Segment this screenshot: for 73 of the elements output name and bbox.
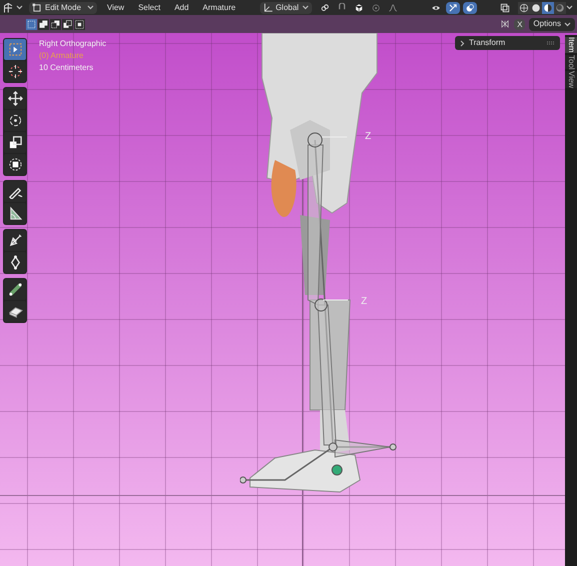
- rendered-sphere-icon: [554, 2, 565, 12]
- toggle-button[interactable]: [462, 2, 477, 14]
- target-icon: [370, 2, 381, 12]
- character-drawing: Z Z: [240, 33, 400, 533]
- tool-button[interactable]: [4, 154, 26, 175]
- axis-icon: [262, 2, 273, 12]
- menu-item[interactable]: Select: [134, 2, 164, 14]
- wireframe-sphere-icon: [518, 2, 529, 12]
- mode-dropdown[interactable]: Edit Mode: [29, 2, 97, 14]
- gizmo-arrows-icon: [448, 2, 458, 12]
- overlapping-squares-icon: [39, 20, 48, 28]
- caret-icon: [302, 5, 309, 10]
- menu-item[interactable]: View: [103, 2, 128, 14]
- caret-icon: [87, 5, 94, 10]
- chevron-right-icon: [460, 40, 465, 46]
- tool-button[interactable]: [4, 252, 26, 273]
- viewport-info-text: Right Orthographic: [39, 38, 106, 49]
- rotate-circle-icon: [8, 113, 22, 128]
- tool-button[interactable]: [4, 88, 26, 109]
- select-box-icon: [8, 42, 22, 57]
- edit-mode-icon: [32, 2, 42, 12]
- material-sphere-icon: [542, 2, 553, 12]
- select-mode-button[interactable]: [50, 18, 61, 30]
- drag-handle-icon: [546, 41, 555, 45]
- magnet-icon: [336, 2, 347, 12]
- grid-axis-icon: [3, 2, 15, 14]
- solid-sphere-icon: [530, 2, 541, 12]
- move-arrows-icon: [8, 91, 22, 106]
- tool-button[interactable]: [4, 301, 26, 322]
- dashed-square-icon: [27, 20, 36, 28]
- overlay-circles-icon: [464, 2, 475, 12]
- toggle-button[interactable]: [446, 2, 460, 14]
- tool-button[interactable]: [4, 132, 26, 153]
- chain-link-icon: [320, 2, 330, 12]
- cube-icon: [354, 2, 364, 12]
- options-dropdown[interactable]: Options: [529, 18, 575, 30]
- invert-squares-icon: [63, 20, 72, 28]
- menu-item[interactable]: Armature: [198, 2, 240, 14]
- mirror-axis-button[interactable]: X: [514, 18, 526, 30]
- x-ray-squares-icon: [500, 2, 510, 12]
- tool-button[interactable]: [4, 230, 26, 251]
- sidebar-tab[interactable]: View: [565, 71, 577, 88]
- viewport-info-text: (0) Armature: [39, 50, 84, 61]
- falloff-curve-icon: [388, 2, 398, 12]
- shading-button[interactable]: [530, 2, 542, 14]
- shading-button[interactable]: [542, 2, 554, 14]
- tool-button[interactable]: [4, 110, 26, 131]
- tool-button[interactable]: [4, 203, 26, 224]
- subtract-squares-icon: [51, 20, 60, 28]
- menu-item[interactable]: Add: [170, 2, 193, 14]
- caret-icon: [566, 5, 573, 10]
- sidebar-tab[interactable]: Tool: [565, 54, 577, 70]
- tool-button[interactable]: [4, 181, 26, 202]
- cursor-crosshair-icon: [8, 64, 22, 79]
- ruler-triangle-icon: [8, 206, 22, 221]
- mirror-butterfly-icon: [500, 19, 510, 29]
- editor-type-button[interactable]: [3, 2, 23, 14]
- bone-icon: [8, 282, 22, 297]
- caret-icon: [16, 5, 23, 10]
- sidebar-tab[interactable]: Item: [565, 37, 577, 53]
- select-mode-button[interactable]: [62, 18, 73, 30]
- caret-icon: [564, 22, 571, 26]
- transform-panel-header[interactable]: Transform: [455, 36, 560, 50]
- transform-icon: [8, 157, 22, 172]
- scale-squares-icon: [8, 135, 22, 150]
- shading-button[interactable]: [518, 2, 530, 14]
- intersect-squares-icon: [75, 20, 84, 28]
- orientation-dropdown[interactable]: Global: [260, 2, 312, 14]
- select-mode-button[interactable]: [74, 18, 85, 30]
- viewport-info-text: 10 Centimeters: [39, 62, 94, 73]
- tool-button[interactable]: [4, 279, 26, 300]
- select-mode-button[interactable]: [38, 18, 49, 30]
- tool-button[interactable]: [4, 61, 26, 82]
